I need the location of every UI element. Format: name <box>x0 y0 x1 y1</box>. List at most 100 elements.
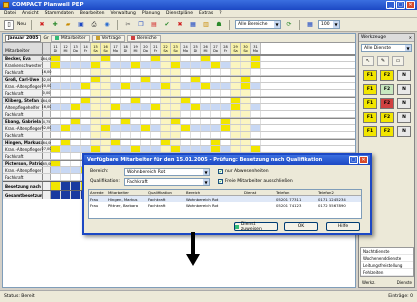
roster-cell[interactable] <box>211 62 221 68</box>
roster-cell[interactable] <box>121 69 131 75</box>
col-mitarbeiter[interactable]: Mitarbeiter <box>107 190 147 195</box>
roster-cell[interactable] <box>91 119 101 124</box>
roster-cell[interactable] <box>51 161 61 166</box>
day-header[interactable]: 31 Mo <box>251 43 261 54</box>
roster-cell[interactable] <box>221 77 231 82</box>
table-row[interactable]: Fachkraft 16,00 <box>3 69 355 76</box>
day-header[interactable]: 23 So <box>171 43 181 54</box>
roster-cell[interactable] <box>51 56 61 61</box>
roster-cell[interactable] <box>91 83 101 89</box>
roster-cell[interactable] <box>231 111 241 117</box>
roster-cell[interactable] <box>191 140 201 145</box>
tab-vertrage[interactable]: Vertrage <box>91 34 125 42</box>
roster-cell[interactable] <box>111 111 121 117</box>
day-header[interactable]: 12 Mi <box>61 43 71 54</box>
roster-cell[interactable] <box>51 83 61 89</box>
table-row[interactable]: Ebang, Gabriela 4,75 <box>3 118 355 125</box>
shift-button[interactable]: F2 <box>380 70 394 81</box>
day-header[interactable]: 20 Do <box>141 43 151 54</box>
roster-cell[interactable] <box>101 62 111 68</box>
shift-button[interactable]: F2 <box>380 98 394 109</box>
roster-cell[interactable] <box>91 90 101 96</box>
day-header[interactable]: 15 Sa <box>91 43 101 54</box>
roster-cell[interactable] <box>121 90 131 96</box>
roster-cell[interactable] <box>161 132 171 138</box>
roster-cell[interactable] <box>51 146 61 152</box>
roster-cell[interactable] <box>141 104 151 110</box>
bereich-select[interactable]: Wohnbereich Rot ▼ <box>124 168 210 176</box>
roster-cell[interactable] <box>211 104 221 110</box>
table-row[interactable]: Frau Pittner, Barbara Fachkraft Wohnbere… <box>89 202 361 208</box>
pencil-icon[interactable]: ✎ <box>377 56 389 66</box>
roster-cell[interactable] <box>251 125 261 131</box>
roster-cell[interactable] <box>81 104 91 110</box>
exclude-free-checkbox[interactable]: ✔ Freie Mitarbeiter ausschließen <box>218 179 293 184</box>
roster-cell[interactable] <box>251 111 261 117</box>
roster-cell[interactable] <box>211 98 221 103</box>
users-icon[interactable]: ☗ <box>214 20 224 30</box>
roster-cell[interactable] <box>81 140 91 145</box>
roster-cell[interactable] <box>171 132 181 138</box>
roster-cell[interactable] <box>151 83 161 89</box>
roster-cell[interactable] <box>221 62 231 68</box>
roster-cell[interactable] <box>71 153 81 159</box>
calendar-icon[interactable]: ▥ <box>201 20 211 30</box>
roster-cell[interactable] <box>231 56 241 61</box>
roster-cell[interactable] <box>121 119 131 124</box>
roster-cell[interactable] <box>71 83 81 89</box>
roster-cell[interactable] <box>241 77 251 82</box>
roster-cell[interactable] <box>131 132 141 138</box>
day-header[interactable]: 19 Mi <box>131 43 141 54</box>
roster-cell[interactable] <box>91 62 101 68</box>
roster-cell[interactable] <box>61 125 71 131</box>
roster-cell[interactable] <box>191 83 201 89</box>
roster-cell[interactable] <box>111 132 121 138</box>
roster-cell[interactable] <box>131 146 141 152</box>
roster-cell[interactable] <box>171 83 181 89</box>
roster-cell[interactable] <box>211 119 221 124</box>
roster-cell[interactable] <box>171 111 181 117</box>
roster-cell[interactable] <box>131 119 141 124</box>
roster-cell[interactable] <box>241 62 251 68</box>
assign-shift-button[interactable]: Dienst zuweisen <box>234 222 278 232</box>
roster-cell[interactable] <box>151 62 161 68</box>
roster-cell[interactable] <box>61 146 71 152</box>
list-item[interactable]: Nachtdienste <box>361 248 413 255</box>
roster-cell[interactable] <box>201 77 211 82</box>
roster-cell[interactable] <box>251 132 261 138</box>
roster-cell[interactable] <box>111 104 121 110</box>
roster-cell[interactable] <box>181 83 191 89</box>
roster-cell[interactable] <box>131 69 141 75</box>
roster-cell[interactable] <box>201 119 211 124</box>
roster-cell[interactable] <box>111 77 121 82</box>
shift-button[interactable]: F1 <box>363 112 377 123</box>
roster-cell[interactable] <box>141 83 151 89</box>
menu-datei[interactable]: Datei <box>4 11 16 16</box>
pin-icon[interactable]: ✕ <box>409 35 412 40</box>
roster-cell[interactable] <box>231 119 241 124</box>
roster-cell[interactable] <box>131 83 141 89</box>
table-row[interactable]: Altenpflegehelfer 16,00 <box>3 104 355 111</box>
roster-cell[interactable] <box>61 104 71 110</box>
list-item[interactable]: Leitungsfreistellung <box>361 262 413 269</box>
shift-button[interactable]: F2 <box>380 84 394 95</box>
roster-cell[interactable] <box>161 98 171 103</box>
delete-icon[interactable]: ✖ <box>37 20 47 30</box>
roster-cell[interactable] <box>171 62 181 68</box>
list-item[interactable]: Fehlzeiten <box>361 269 413 276</box>
roster-cell[interactable] <box>201 140 211 145</box>
roster-cell[interactable] <box>151 98 161 103</box>
roster-cell[interactable] <box>71 167 81 173</box>
roster-cell[interactable] <box>251 83 261 89</box>
roster-cell[interactable] <box>61 77 71 82</box>
roster-cell[interactable] <box>231 69 241 75</box>
menu-bearbeiten[interactable]: Bearbeiten <box>80 11 105 16</box>
roster-cell[interactable] <box>141 146 151 152</box>
roster-cell[interactable] <box>251 140 261 145</box>
roster-cell[interactable] <box>101 104 111 110</box>
roster-cell[interactable] <box>91 132 101 138</box>
roster-cell[interactable] <box>101 69 111 75</box>
roster-cell[interactable] <box>141 111 151 117</box>
roster-cell[interactable] <box>131 104 141 110</box>
roster-cell[interactable] <box>151 90 161 96</box>
